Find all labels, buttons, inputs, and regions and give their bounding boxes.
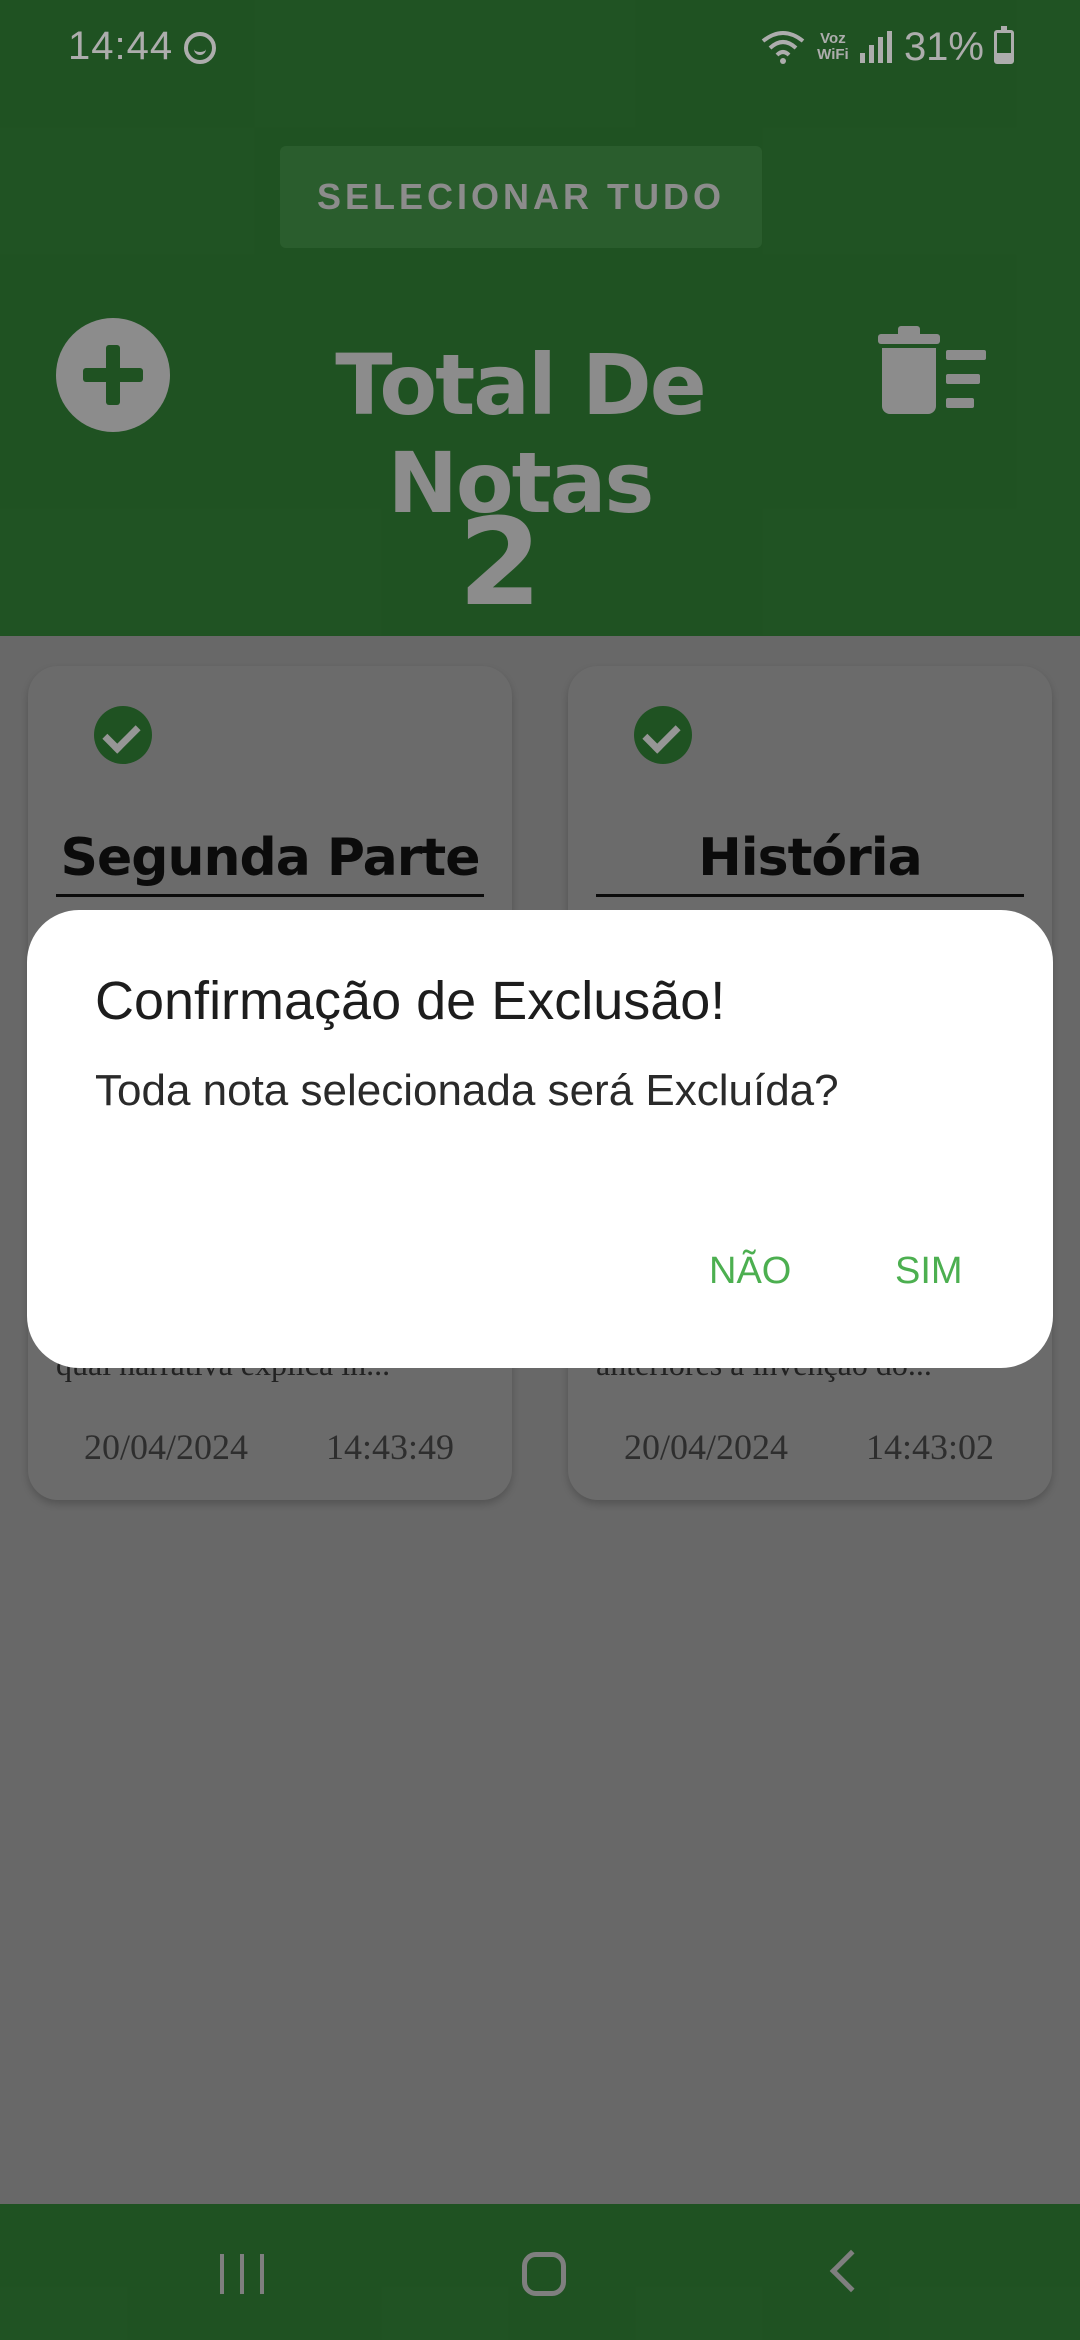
dialog-title: Confirmação de Exclusão! bbox=[95, 971, 726, 1031]
yes-button[interactable]: SIM bbox=[895, 1250, 963, 1293]
no-button[interactable]: NÃO bbox=[709, 1250, 791, 1293]
dialog-message: Toda nota selecionada será Excluída? bbox=[95, 1066, 839, 1115]
delete-confirm-dialog: Confirmação de Exclusão! Toda nota selec… bbox=[27, 910, 1053, 1368]
